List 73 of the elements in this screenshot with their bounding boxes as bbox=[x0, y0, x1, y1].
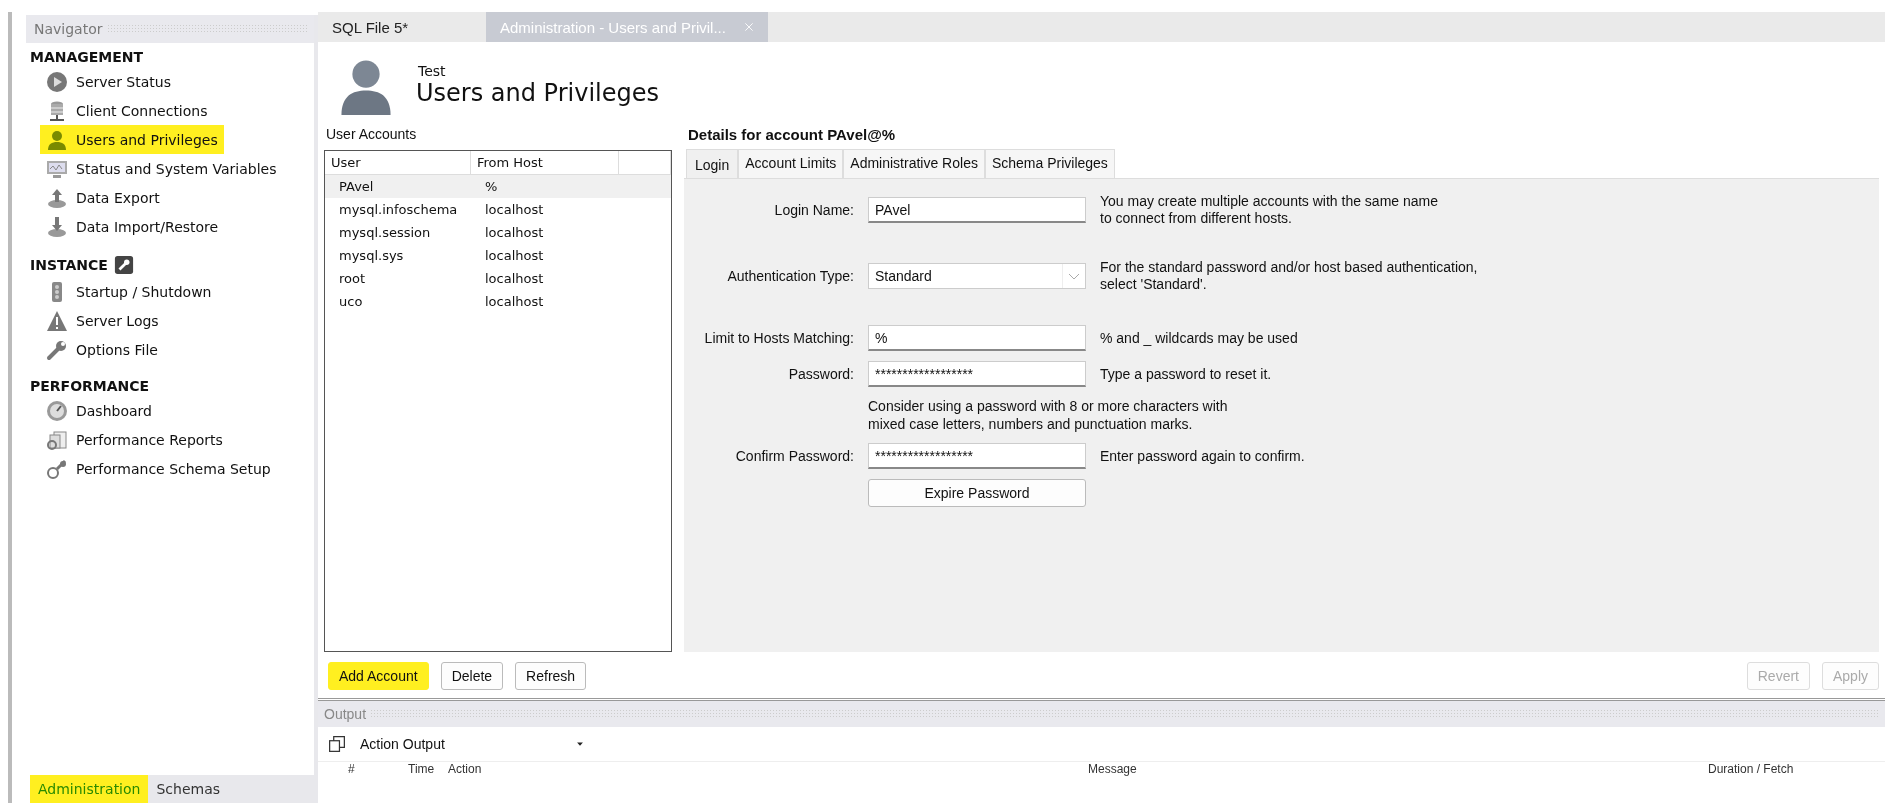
column-header: Action bbox=[448, 762, 483, 776]
panel-tab[interactable]: Administration bbox=[30, 775, 149, 803]
user-icon bbox=[46, 128, 68, 151]
table-row[interactable]: uco localhost bbox=[325, 290, 671, 313]
column-header: # bbox=[348, 762, 356, 776]
nav-item[interactable]: Options File bbox=[30, 335, 164, 364]
table-row[interactable]: mysql.sys localhost bbox=[325, 244, 671, 267]
tab[interactable]: Login bbox=[686, 149, 739, 178]
action-button[interactable]: Delete bbox=[440, 662, 504, 690]
help-text: You may create multiple accounts with the same name to connect from different hosts. bbox=[1100, 193, 1439, 227]
input-field[interactable]: % bbox=[868, 325, 1086, 351]
input-field[interactable]: ****************** bbox=[868, 361, 1086, 387]
nav-item[interactable]: Performance Schema Setup bbox=[30, 454, 277, 483]
expire-password-button[interactable]: Expire Password bbox=[868, 479, 1086, 507]
tab[interactable]: Account Limits bbox=[738, 149, 844, 178]
panel-title: Navigator bbox=[34, 21, 103, 37]
gauge-icon bbox=[46, 399, 68, 422]
column-header: User bbox=[325, 151, 471, 174]
help-text: For the standard password and/or host based authentication, select 'Standard'. bbox=[1100, 259, 1479, 293]
column-header: From Host bbox=[471, 151, 619, 174]
tab[interactable]: Administrative Roles bbox=[843, 149, 985, 178]
nav-item[interactable]: Startup / Shutdown bbox=[30, 277, 218, 306]
nav-item[interactable]: Users and Privileges bbox=[40, 125, 224, 154]
help-text: Type a password to reset it. bbox=[1100, 365, 1273, 383]
nav-item[interactable]: Client Connections bbox=[30, 96, 214, 125]
action-button[interactable]: Refresh bbox=[515, 662, 587, 690]
nav-item[interactable]: Dashboard bbox=[30, 396, 158, 425]
nav-item[interactable]: Performance Reports bbox=[30, 425, 229, 454]
field-label: Login Name: bbox=[773, 202, 854, 218]
nav-item[interactable]: Data Import/Restore bbox=[30, 212, 225, 241]
column-header: Message bbox=[1088, 762, 1138, 776]
column-header: Time bbox=[408, 762, 436, 776]
table-row[interactable]: mysql.infoschema localhost bbox=[325, 198, 671, 221]
play-icon bbox=[46, 70, 68, 93]
field-label: Limit to Hosts Matching: bbox=[703, 330, 854, 346]
help-text: Consider using a password with 8 or more characters with mixed case letters, numbers and punctuation marks. bbox=[868, 397, 1229, 433]
table-row[interactable]: PAvel % bbox=[325, 175, 671, 198]
section-heading: MANAGEMENT bbox=[30, 49, 144, 65]
input-field[interactable]: PAvel bbox=[868, 197, 1086, 223]
action-button: Revert bbox=[1746, 662, 1810, 690]
column-header: Duration / Fetch bbox=[1708, 762, 1795, 776]
dropdown[interactable]: Standard bbox=[868, 263, 1086, 289]
action-button[interactable]: Add Account bbox=[328, 662, 429, 690]
download-icon bbox=[46, 215, 68, 238]
copy-icon bbox=[328, 735, 346, 753]
nav-item[interactable]: Server Logs bbox=[30, 306, 165, 335]
nav-item[interactable]: Data Export bbox=[30, 183, 166, 212]
panel-tab[interactable]: Schemas bbox=[148, 775, 229, 803]
nav-item[interactable]: Server Status bbox=[30, 67, 177, 96]
page-subtitle: Test bbox=[418, 63, 447, 79]
warning-icon bbox=[46, 309, 68, 332]
wrench-icon bbox=[46, 338, 68, 361]
panel-title: Output bbox=[324, 706, 367, 722]
close-icon bbox=[743, 22, 754, 32]
section-label: User Accounts bbox=[325, 125, 418, 144]
reports-icon bbox=[46, 428, 68, 451]
page-title: Users and Privileges bbox=[416, 79, 659, 107]
table-row[interactable]: root localhost bbox=[325, 267, 671, 290]
field-label: Confirm Password: bbox=[734, 448, 854, 464]
table-row[interactable]: mysql.session localhost bbox=[325, 221, 671, 244]
field-label: Password: bbox=[787, 366, 854, 382]
details-title: Details for account PAvel@% bbox=[684, 122, 1879, 149]
section-heading: INSTANCE bbox=[30, 257, 108, 273]
input-field[interactable]: ****************** bbox=[868, 443, 1086, 469]
caret-icon bbox=[576, 740, 584, 748]
action-button: Apply bbox=[1821, 662, 1879, 690]
section-heading: PERFORMANCE bbox=[30, 378, 150, 394]
nav-item[interactable]: Status and System Variables bbox=[30, 154, 283, 183]
tab[interactable]: Schema Privileges bbox=[984, 149, 1115, 178]
help-text: Enter password again to confirm. bbox=[1100, 447, 1306, 465]
help-text: % and _ wildcards may be used bbox=[1100, 329, 1299, 347]
wrench-icon bbox=[113, 255, 134, 275]
field-label: Authentication Type: bbox=[726, 268, 854, 284]
